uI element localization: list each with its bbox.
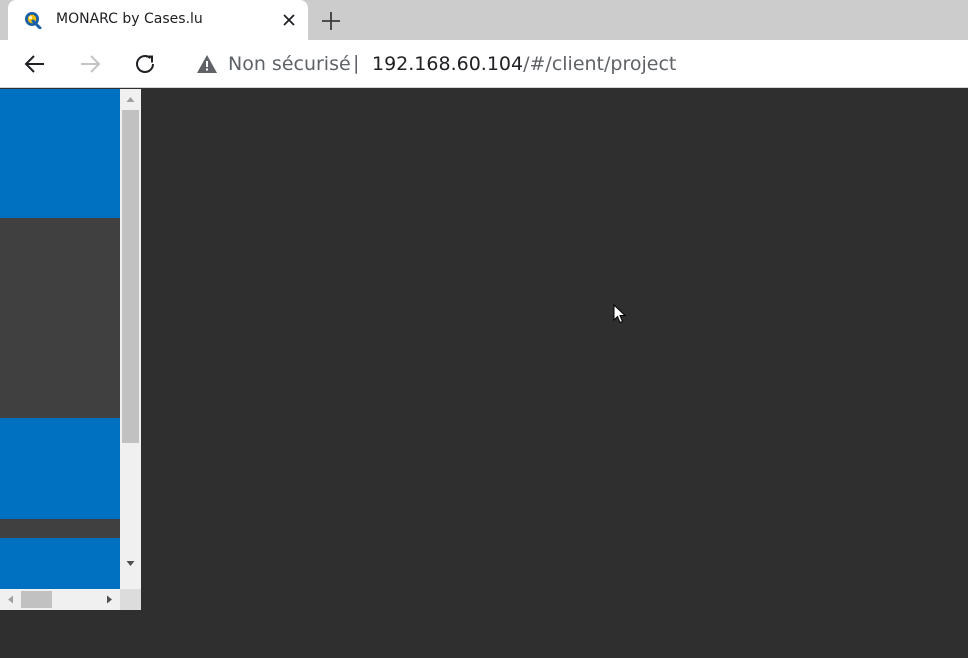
- security-status-label[interactable]: Non sécurisé: [228, 53, 351, 75]
- horizontal-scroll-thumb[interactable]: [21, 591, 52, 608]
- vertical-scroll-thumb[interactable]: [122, 110, 139, 443]
- vertical-scrollbar[interactable]: [120, 89, 141, 589]
- back-arrow-icon[interactable]: [23, 52, 47, 76]
- new-tab-plus-icon[interactable]: [320, 10, 342, 32]
- mouse-cursor-icon: [613, 304, 626, 324]
- reload-icon[interactable]: [133, 52, 157, 76]
- gray-band: [0, 218, 120, 418]
- url-path: /#/client/project: [523, 53, 677, 75]
- monarc-logo-icon: [25, 12, 42, 29]
- browser-tab[interactable]: MONARC by Cases.lu: [8, 0, 308, 40]
- tab-title: MONARC by Cases.lu: [56, 11, 203, 27]
- blue-band: [0, 538, 120, 589]
- scroll-up-arrow-icon[interactable]: [120, 91, 141, 108]
- browser-toolbar: Non sécurisé | 192.168.60.104/#/client/p…: [0, 40, 968, 88]
- tab-strip: MONARC by Cases.lu: [0, 0, 968, 40]
- scrollbar-corner: [120, 589, 141, 610]
- address-bar[interactable]: Non sécurisé | 192.168.60.104/#/client/p…: [181, 45, 968, 83]
- scroll-down-arrow-icon[interactable]: [120, 555, 141, 572]
- url-text[interactable]: 192.168.60.104/#/client/project: [372, 53, 676, 75]
- blue-band: [0, 89, 120, 218]
- embedded-frame: [0, 89, 141, 610]
- scroll-right-arrow-icon[interactable]: [101, 589, 118, 610]
- frame-content: [0, 89, 120, 589]
- scroll-left-arrow-icon[interactable]: [2, 589, 19, 610]
- close-icon[interactable]: [280, 11, 298, 29]
- address-separator: |: [353, 52, 360, 74]
- blue-band: [0, 418, 120, 519]
- horizontal-scrollbar[interactable]: [0, 589, 120, 610]
- warning-triangle-icon[interactable]: [197, 55, 217, 73]
- gray-band: [0, 519, 120, 538]
- forward-arrow-icon[interactable]: [78, 52, 102, 76]
- url-host: 192.168.60.104: [372, 53, 524, 75]
